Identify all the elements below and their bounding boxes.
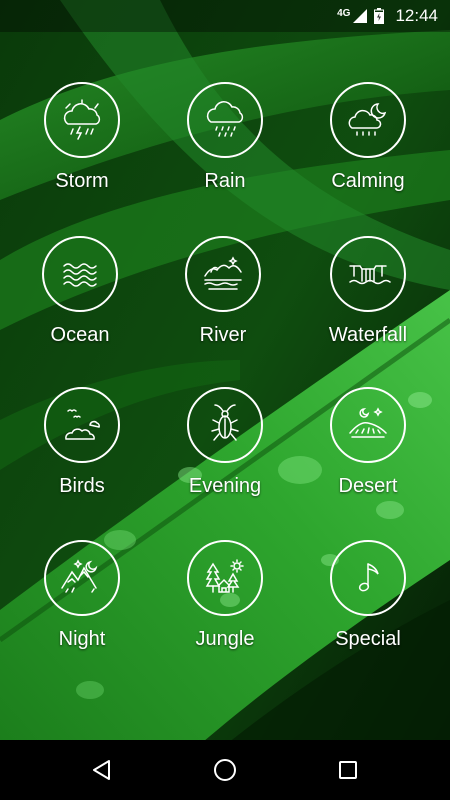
special-button[interactable] — [330, 540, 406, 616]
evening-button[interactable] — [187, 387, 263, 463]
tile-label: Storm — [55, 170, 109, 192]
jungle-icon — [205, 559, 244, 593]
back-button[interactable] — [72, 740, 132, 800]
waterfall-icon — [349, 265, 391, 285]
river-button[interactable] — [185, 236, 261, 312]
tile-special[interactable]: Special — [303, 540, 433, 670]
home-button[interactable] — [195, 740, 255, 800]
tile-desert[interactable]: Desert — [303, 387, 433, 517]
sound-grid: Storm Rain Calming Ocean River Waterfall… — [0, 0, 450, 740]
tile-waterfall[interactable]: Waterfall — [303, 236, 433, 366]
birds-icon — [65, 409, 100, 440]
tile-jungle[interactable]: Jungle — [160, 540, 290, 670]
storm-cloud-icon — [63, 99, 101, 140]
moon-cloud-icon — [348, 103, 387, 136]
tile-label: Calming — [331, 170, 405, 192]
rain-cloud-icon — [206, 101, 244, 137]
tile-label: Birds — [59, 475, 105, 497]
waterfall-button[interactable] — [330, 236, 406, 312]
ocean-button[interactable] — [42, 236, 118, 312]
tile-storm[interactable]: Storm — [17, 82, 147, 212]
tile-evening[interactable]: Evening — [160, 387, 290, 517]
tile-label: Waterfall — [328, 324, 408, 346]
tile-label: Special — [335, 628, 401, 650]
cricket-icon — [211, 404, 239, 441]
waves-icon — [63, 263, 97, 287]
storm-button[interactable] — [44, 82, 120, 158]
rain-button[interactable] — [187, 82, 263, 158]
tile-birds[interactable]: Birds — [17, 387, 147, 517]
recents-icon — [339, 761, 358, 779]
navigation-bar — [0, 740, 450, 800]
desert-icon — [349, 407, 387, 438]
tile-label: River — [199, 324, 247, 346]
screen: 4G 12:44 Storm Rain Calming Ocean River … — [0, 0, 450, 800]
tile-river[interactable]: River — [158, 236, 288, 366]
jungle-button[interactable] — [187, 540, 263, 616]
back-icon — [92, 760, 110, 780]
recents-button[interactable] — [318, 740, 378, 800]
tile-label: Desert — [338, 475, 398, 497]
desert-button[interactable] — [330, 387, 406, 463]
tile-label: Jungle — [195, 628, 255, 650]
tile-label: Rain — [204, 170, 246, 192]
tile-night[interactable]: Night — [17, 540, 147, 670]
night-mountains-icon — [61, 559, 98, 593]
tile-label: Evening — [188, 475, 262, 497]
home-icon — [213, 759, 236, 781]
tile-ocean[interactable]: Ocean — [15, 236, 145, 366]
music-note-icon — [358, 563, 379, 592]
tile-label: Night — [58, 628, 106, 650]
tile-rain[interactable]: Rain — [160, 82, 290, 212]
birds-button[interactable] — [44, 387, 120, 463]
tile-label: Ocean — [50, 324, 110, 346]
calming-button[interactable] — [330, 82, 406, 158]
night-button[interactable] — [44, 540, 120, 616]
tile-calming[interactable]: Calming — [303, 82, 433, 212]
river-icon — [204, 256, 242, 290]
